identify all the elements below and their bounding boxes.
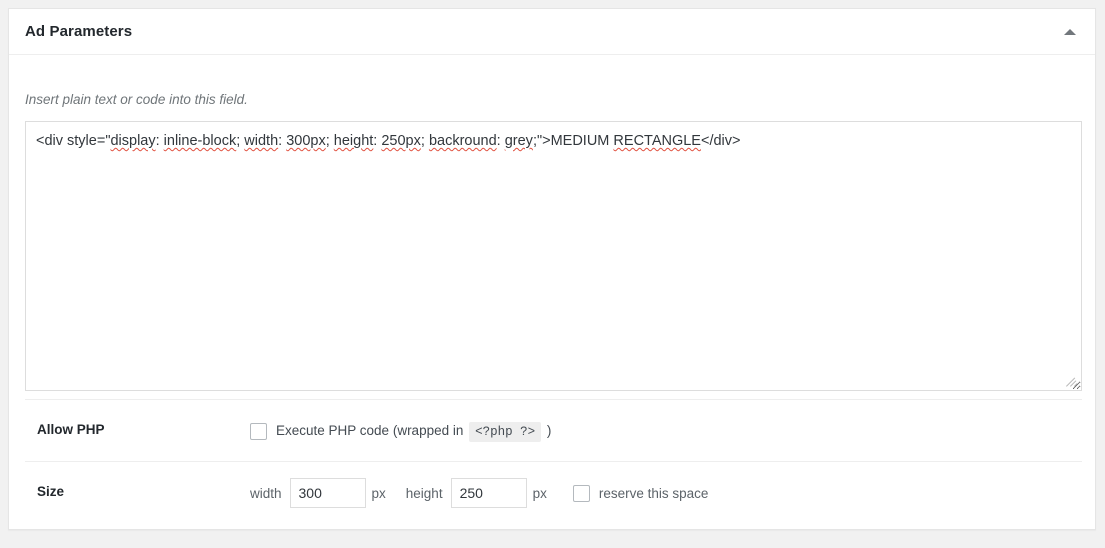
height-unit: px (532, 485, 547, 501)
ad-parameters-textarea[interactable]: <div style="display: inline-block; width… (25, 121, 1082, 391)
reserve-space-checkbox[interactable] (572, 484, 590, 502)
width-input[interactable] (289, 478, 366, 508)
height-input[interactable] (450, 478, 527, 508)
code-content: <div style="display: inline-block; width… (36, 133, 741, 149)
size-row: Size width px height px reserve this spa… (25, 461, 1082, 523)
execute-php-text-after: ) (546, 423, 552, 438)
reserve-space-label: reserve this space (598, 485, 709, 501)
caret-up-icon[interactable] (1055, 17, 1085, 47)
execute-php-checkbox[interactable] (250, 422, 267, 440)
caret-up-glyph (1064, 29, 1076, 35)
execute-php-text-before: Execute PHP code (wrapped in (276, 423, 464, 438)
field-hint: Insert plain text or code into this fiel… (25, 92, 248, 107)
page-title: Ad Parameters (25, 23, 133, 40)
allow-php-control: Execute PHP code (wrapped in <?php ?> ) (250, 418, 551, 444)
resize-grip-icon[interactable] (1064, 373, 1080, 389)
allow-php-row: Allow PHP Execute PHP code (wrapped in <… (25, 399, 1082, 461)
size-label: Size (37, 484, 65, 499)
execute-php-label: Execute PHP code (wrapped in <?php ?> ) (276, 422, 552, 442)
size-controls: width px height px reserve this space (250, 478, 709, 508)
width-unit: px (371, 485, 386, 501)
allow-php-label: Allow PHP (37, 422, 105, 437)
width-label: width (250, 485, 282, 501)
ad-parameters-panel: Ad Parameters Insert plain text or code … (8, 8, 1096, 530)
php-tag-code: <?php ?> (469, 422, 542, 442)
height-label: height (405, 485, 443, 501)
panel-header: Ad Parameters (9, 9, 1095, 55)
